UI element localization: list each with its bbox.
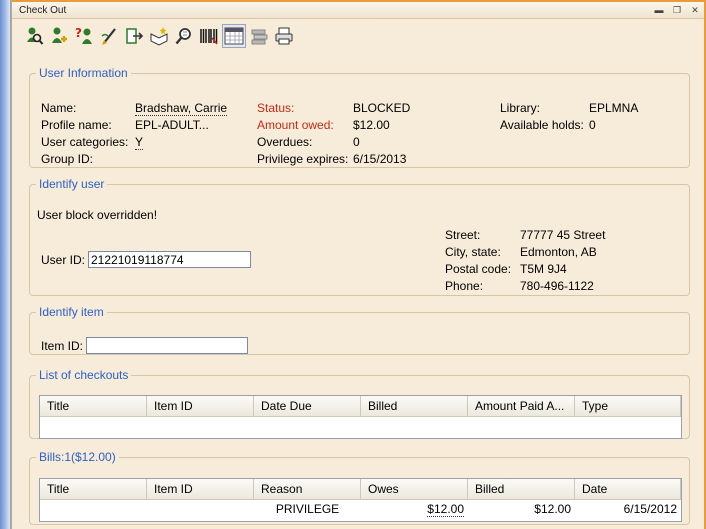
bill-reason-cell: PRIVILEGE — [275, 502, 340, 516]
bill-date-cell: 6/15/2012 — [623, 502, 677, 516]
checkouts-legend: List of checkouts — [39, 368, 129, 382]
svg-text:?: ? — [75, 26, 82, 40]
user-id-input[interactable] — [88, 251, 251, 268]
privilege-label: Privilege expires: — [257, 152, 349, 166]
user-information-legend: User Information — [39, 66, 128, 80]
column-header-item-id[interactable]: Item ID — [147, 396, 254, 416]
window-title: Check Out — [19, 4, 67, 16]
minimize-icon[interactable]: ▬ — [650, 5, 668, 15]
group-id-label: Group ID: — [41, 152, 94, 166]
user-add-icon[interactable] — [47, 24, 71, 48]
column-header-owes[interactable]: Owes — [361, 479, 468, 499]
postal-label: Postal code: — [445, 262, 512, 276]
pen-edit-icon[interactable] — [97, 24, 121, 48]
city-label: City, state: — [445, 245, 501, 259]
column-header-billed[interactable]: Billed — [361, 396, 468, 416]
phone-label: Phone: — [445, 279, 484, 293]
close-icon[interactable]: ✕ — [686, 5, 704, 16]
categories-value[interactable]: Y — [135, 135, 144, 150]
user-id-label: User ID: — [41, 253, 86, 267]
checkout-window: Check Out ▬ ❐ ✕ ? User Information Name:… — [11, 0, 706, 529]
identify-user-legend: Identify user — [39, 177, 105, 191]
bill-item-id-cell — [147, 500, 254, 518]
bill-owes-value[interactable]: $12.00 — [427, 502, 464, 517]
bills-legend: Bills:1($12.00) — [39, 450, 116, 464]
checkout-icon[interactable] — [122, 24, 146, 48]
name-value[interactable]: Bradshaw, Carrie — [135, 101, 228, 116]
amount-owed-value: $12.00 — [353, 118, 390, 132]
user-help-icon[interactable]: ? — [72, 24, 96, 48]
checkouts-table: Title Item ID Date Due Billed Amount Pai… — [39, 395, 682, 439]
bills-header: Title Item ID Reason Owes Billed Date — [40, 479, 681, 500]
postal-value: T5M 9J4 — [520, 262, 567, 276]
categories-label: User categories: — [41, 135, 129, 149]
column-header-billed[interactable]: Billed — [468, 479, 575, 499]
toolbar: ? — [12, 19, 704, 52]
column-header-title[interactable]: Title — [40, 396, 147, 416]
restore-icon[interactable]: ❐ — [668, 5, 686, 16]
user-search-icon[interactable] — [22, 24, 46, 48]
bills-table: Title Item ID Reason Owes Billed Date PR… — [39, 478, 682, 522]
item-id-input[interactable] — [86, 337, 248, 354]
status-label: Status: — [257, 101, 295, 115]
library-label: Library: — [500, 101, 541, 115]
column-header-date-due[interactable]: Date Due — [254, 396, 361, 416]
name-label: Name: — [41, 101, 77, 115]
status-value: BLOCKED — [353, 101, 411, 115]
checkouts-header: Title Item ID Date Due Billed Amount Pai… — [40, 396, 681, 417]
street-label: Street: — [445, 228, 481, 242]
privilege-value: 6/15/2013 — [353, 152, 407, 166]
barcode-icon[interactable] — [197, 24, 221, 48]
calendar-icon[interactable] — [222, 23, 246, 48]
phone-value: 780-496-1122 — [520, 279, 594, 293]
city-value: Edmonton, AB — [520, 245, 597, 259]
profile-value: EPL-ADULT... — [135, 118, 209, 132]
holds-label: Available holds: — [500, 118, 584, 132]
bill-owes-cell: $12.00 — [361, 500, 468, 518]
overdues-value: 0 — [353, 135, 360, 149]
stack-icon[interactable] — [247, 24, 271, 48]
column-header-item-id[interactable]: Item ID — [147, 479, 254, 499]
item-id-label: Item ID: — [41, 339, 84, 353]
table-row[interactable]: PRIVILEGE $12.00 $12.00 6/15/2012 — [40, 500, 681, 518]
printer-icon[interactable] — [272, 24, 296, 48]
bill-billed-cell: $12.00 — [534, 502, 571, 516]
checkouts-group: List of checkouts Title Item ID Date Due… — [29, 368, 690, 439]
column-header-type[interactable]: Type — [575, 396, 681, 416]
library-value: EPLMNA — [589, 101, 639, 115]
identify-item-group: Identify item Item ID: — [29, 305, 690, 355]
bill-title-cell — [40, 500, 147, 518]
book-search-icon[interactable] — [172, 24, 196, 48]
window-titlebar: Check Out ▬ ❐ ✕ — [12, 0, 704, 19]
profile-label: Profile name: — [41, 118, 112, 132]
amount-owed-label: Amount owed: — [257, 118, 334, 132]
user-information-group: User Information Name: Bradshaw, Carrie … — [29, 66, 690, 168]
overdues-label: Overdues: — [257, 135, 313, 149]
bills-group: Bills:1($12.00) Title Item ID Reason Owe… — [29, 450, 690, 525]
left-panel-edge — [0, 0, 11, 529]
column-header-title[interactable]: Title — [40, 479, 147, 499]
column-header-reason[interactable]: Reason — [254, 479, 361, 499]
street-value: 77777 45 Street — [520, 228, 606, 242]
identify-user-group: Identify user User block overridden! Use… — [29, 177, 690, 296]
column-header-amount-paid[interactable]: Amount Paid A... — [468, 396, 575, 416]
block-message: User block overridden! — [37, 208, 158, 222]
holds-value: 0 — [589, 118, 596, 132]
book-new-icon[interactable] — [147, 24, 171, 48]
identify-item-legend: Identify item — [39, 305, 104, 319]
column-header-date[interactable]: Date — [575, 479, 681, 499]
